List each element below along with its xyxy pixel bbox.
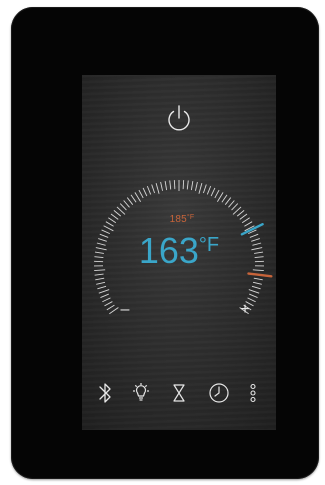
dial-tick (102, 297, 111, 303)
dial-tick (108, 217, 117, 224)
clock-icon[interactable] (206, 378, 232, 408)
dial-tick (101, 229, 110, 235)
dial-tick (130, 194, 137, 203)
dial-tick (99, 233, 109, 238)
decrease-temperature-button[interactable]: – (116, 301, 134, 319)
dial-tick (134, 192, 141, 202)
dial-tick (203, 184, 207, 194)
dial-tick (106, 304, 115, 311)
dial-tick (206, 185, 212, 195)
dial-tick (221, 194, 228, 203)
dial-tick (251, 285, 261, 290)
bluetooth-icon[interactable] (92, 378, 118, 408)
dial-tick (252, 242, 262, 246)
dial-tick (214, 189, 220, 199)
dial-tick (160, 181, 163, 191)
light-bulb-icon[interactable] (128, 378, 154, 408)
dial-tick (116, 206, 126, 215)
dial-tick (96, 281, 106, 285)
dial-tick (210, 187, 216, 197)
thermostat-device: 185°F 163°F – + (11, 7, 319, 479)
dial-tick (241, 217, 250, 224)
dial-tick (228, 200, 235, 208)
dial-tick (239, 213, 248, 220)
dial-tick (244, 221, 253, 227)
dial-tick (105, 221, 114, 227)
dial-tick (248, 289, 260, 294)
hourglass-icon[interactable] (166, 378, 192, 408)
dial-tick (190, 181, 194, 191)
dial-tick (151, 184, 155, 194)
dial-tick (254, 251, 264, 254)
current-temperature: 163°F (138, 230, 220, 271)
dial-tick (254, 256, 264, 258)
dial-tick (164, 181, 168, 191)
dial-tick (100, 293, 109, 298)
dial-tick (119, 203, 127, 211)
dial-tick (249, 233, 259, 238)
dial-tick (231, 203, 239, 211)
dial-tick (94, 273, 104, 276)
dial-tick (217, 192, 224, 202)
dial-tick (110, 213, 119, 220)
dial-tick (186, 180, 189, 190)
dial-tick (138, 189, 144, 199)
dial-tick (155, 183, 160, 194)
dial-tick (169, 180, 172, 190)
dial-tick (123, 200, 130, 208)
dial-tick (104, 301, 113, 307)
dial-tick (95, 277, 105, 281)
setpoint-temperature: 185°F (169, 214, 195, 225)
more-options-icon[interactable] (240, 378, 266, 408)
dial-tick (224, 197, 232, 205)
increase-temperature-button[interactable]: + (236, 301, 254, 319)
bottom-icon-bar (82, 378, 276, 408)
dial-tick (97, 285, 107, 290)
dial-tick (94, 256, 104, 258)
dial-tick (142, 187, 148, 197)
dial-tick (252, 269, 264, 272)
dial-tick (146, 185, 152, 195)
dial-tick (95, 247, 107, 251)
dial-tick (113, 210, 122, 217)
dial-tick (98, 289, 110, 294)
dial-tick (249, 293, 258, 298)
dial-tick (96, 242, 106, 246)
dial-tick (232, 206, 242, 215)
dial-tick (251, 238, 260, 242)
dial-tick (252, 281, 262, 285)
dial-tick (253, 277, 263, 281)
dial-tick (236, 210, 245, 217)
setpoint-marker (247, 272, 273, 278)
dial-tick (251, 247, 263, 251)
dial-tick (198, 183, 203, 194)
touch-screen: 185°F 163°F – + (82, 75, 276, 430)
dial-tick (195, 181, 198, 191)
dial-tick (94, 251, 104, 254)
dial-tick (94, 269, 106, 272)
dial-tick (98, 238, 107, 242)
dial-tick (126, 197, 134, 205)
dial-tick (103, 225, 114, 232)
